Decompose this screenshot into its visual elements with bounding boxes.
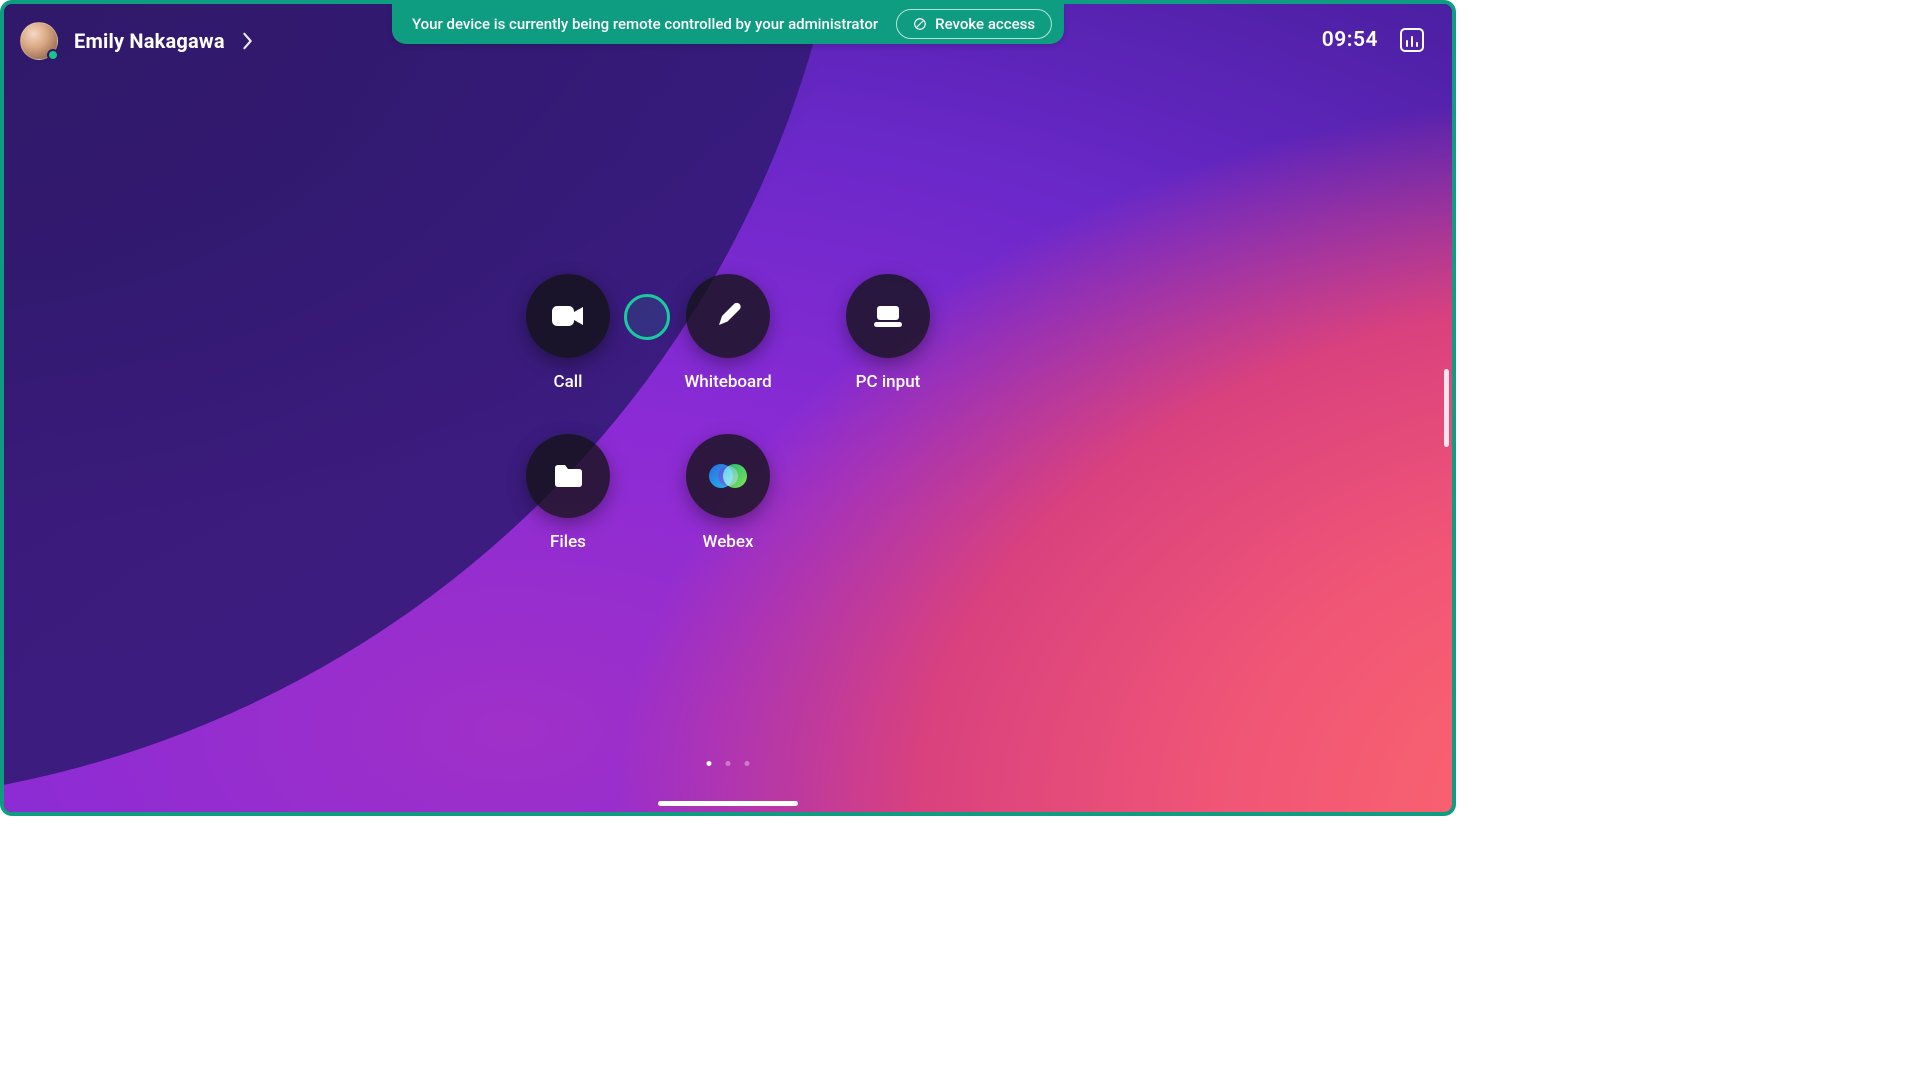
revoke-access-button[interactable]: Revoke access — [896, 9, 1052, 39]
app-files[interactable]: Files — [526, 434, 610, 592]
page-dot-1[interactable] — [707, 761, 712, 766]
home-indicator[interactable] — [658, 801, 798, 806]
app-pc-input[interactable]: PC input — [846, 274, 930, 432]
clock: 09:54 — [1322, 28, 1378, 52]
banner-message: Your device is currently being remote co… — [412, 15, 878, 33]
page-dots[interactable] — [707, 761, 750, 766]
app-grid: Call Whiteboard PC input — [488, 274, 968, 592]
page-dot-3[interactable] — [745, 761, 750, 766]
folder-icon — [552, 462, 584, 490]
user-profile-button[interactable]: Emily Nakagawa — [20, 22, 255, 60]
app-call[interactable]: Call — [526, 274, 610, 432]
video-camera-icon — [551, 303, 585, 329]
app-label: PC input — [856, 372, 921, 392]
pen-icon — [713, 301, 743, 331]
app-label: Files — [550, 532, 586, 552]
app-label: Call — [554, 372, 583, 392]
side-panel-handle[interactable] — [1444, 369, 1449, 447]
touch-ripple — [624, 294, 670, 340]
app-webex[interactable]: Webex — [686, 434, 770, 592]
app-label: Webex — [702, 532, 753, 552]
laptop-icon — [871, 302, 905, 330]
page-dot-2[interactable] — [726, 761, 731, 766]
user-name: Emily Nakagawa — [74, 29, 225, 53]
revoke-access-label: Revoke access — [935, 15, 1035, 33]
app-whiteboard[interactable]: Whiteboard — [684, 274, 771, 432]
avatar — [20, 22, 58, 60]
remote-control-banner: Your device is currently being remote co… — [392, 4, 1064, 44]
prohibit-icon — [913, 17, 927, 31]
presence-indicator — [47, 49, 59, 61]
control-panel-button[interactable] — [1400, 28, 1424, 52]
app-label: Whiteboard — [684, 372, 771, 392]
status-area: 09:54 — [1322, 28, 1424, 52]
home-screen: Your device is currently being remote co… — [0, 0, 1456, 816]
chevron-right-icon — [241, 32, 255, 50]
webex-icon — [709, 462, 747, 490]
